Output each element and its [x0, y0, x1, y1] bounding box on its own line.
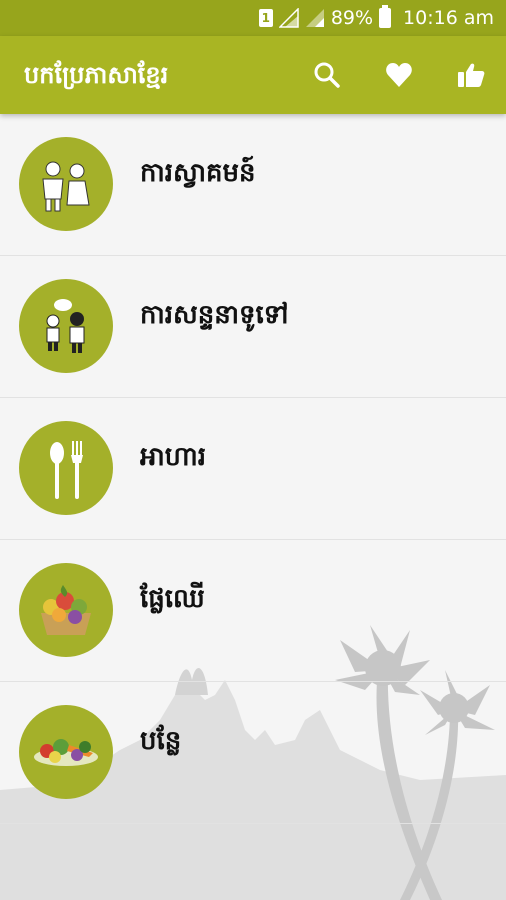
app-bar: បកប្រែភាសាខ្មែរ	[0, 36, 506, 114]
vegetables-icon	[19, 705, 113, 799]
list-item-label: បន្លែ	[140, 726, 182, 756]
thumbs-up-icon[interactable]	[456, 60, 486, 90]
list-item-vegetables[interactable]: បន្លែ	[0, 682, 506, 824]
signal-icon-2	[305, 9, 324, 27]
category-list: ការស្វាគមន៍ ការសន្ទនាទូទៅ អាហារ ផ្លែឈើ ប…	[0, 114, 506, 824]
list-item-food[interactable]: អាហារ	[0, 398, 506, 540]
app-title: បកប្រែភាសាខ្មែរ	[24, 61, 169, 89]
list-item-label: ផ្លែឈើ	[140, 584, 205, 614]
list-item-label: ការស្វាគមន៍	[140, 158, 256, 188]
list-item-greeting[interactable]: ការស្វាគមន៍	[0, 114, 506, 256]
greeting-people-icon	[19, 137, 113, 231]
fruit-basket-icon	[19, 563, 113, 657]
list-item-label: ការសន្ទនាទូទៅ	[140, 300, 289, 330]
sim-icon: 1	[258, 9, 273, 27]
battery-icon	[379, 5, 392, 28]
list-item-conversation[interactable]: ការសន្ទនាទូទៅ	[0, 256, 506, 398]
conversation-icon	[19, 279, 113, 373]
spoon-fork-icon	[19, 421, 113, 515]
heart-icon[interactable]	[384, 60, 414, 90]
battery-percent: 89%	[330, 7, 374, 29]
clock: 10:16 am	[403, 7, 494, 29]
search-icon[interactable]	[312, 60, 342, 90]
status-bar: 1 89% 10:16 am	[0, 0, 506, 36]
list-item-label: អាហារ	[140, 442, 207, 472]
list-item-fruit[interactable]: ផ្លែឈើ	[0, 540, 506, 682]
signal-icon-1	[278, 8, 299, 28]
